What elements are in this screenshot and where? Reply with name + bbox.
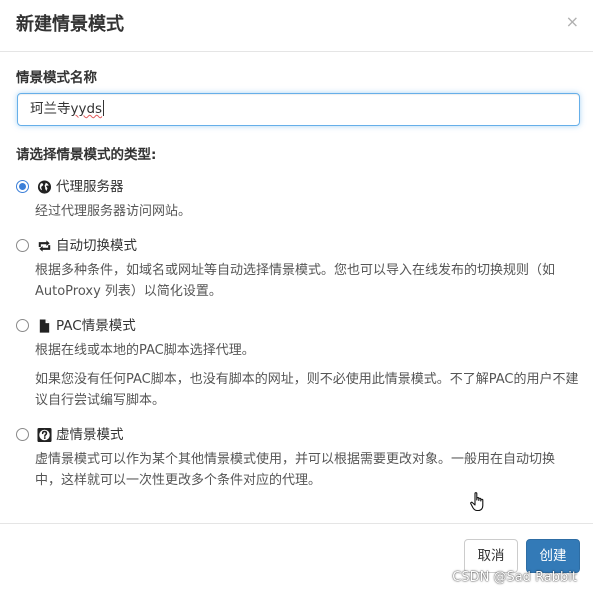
switch-icon — [38, 240, 51, 252]
option-virtual-profile[interactable]: 虚情景模式 — [16, 426, 216, 446]
radio-pac-profile[interactable] — [16, 319, 29, 332]
profile-name-input[interactable]: 珂兰寺yyds — [17, 93, 580, 126]
profile-name-value: 珂兰寺 — [30, 101, 71, 117]
dialog-title: 新建情景模式 — [16, 14, 124, 35]
create-button[interactable]: 创建 — [526, 539, 580, 573]
cancel-button[interactable]: 取消 — [464, 539, 518, 573]
profile-name-misspelled-text: yyds — [70, 101, 103, 117]
option-pac-profile-note: 如果您没有任何PAC脚本，也没有脚本的网址，则不必使用此情景模式。不了解PAC的… — [35, 372, 579, 408]
option-pac-profile[interactable]: PAC情景模式 — [16, 317, 216, 337]
profile-name-label: 情景模式名称 — [16, 70, 97, 86]
globe-icon — [37, 180, 52, 194]
text-caret — [103, 100, 105, 116]
hand-pointer-icon — [470, 492, 484, 512]
option-virtual-profile-description: 虚情景模式可以作为某个其他情景模式使用，并可以根据需要更改对象。一般用在自动切换… — [35, 452, 556, 488]
radio-virtual-profile[interactable] — [16, 428, 29, 441]
profile-type-label: 请选择情景模式的类型: — [16, 147, 157, 163]
question-icon — [37, 427, 52, 443]
close-icon[interactable]: × — [566, 13, 579, 31]
new-profile-dialog: 新建情景模式 × 情景模式名称 珂兰寺yyds 请选择情景模式的类型: 代理服务… — [0, 0, 593, 593]
file-icon — [39, 319, 50, 333]
watermark-text: CSDN @Sad Rabbit — [452, 570, 577, 585]
option-pac-profile-label: PAC情景模式 — [56, 318, 136, 334]
option-auto-switch-label: 自动切换模式 — [56, 238, 137, 254]
option-auto-switch-description: 根据多种条件，如域名或网址等自动选择情景模式。您也可以导入在线发布的切换规则（如… — [35, 263, 556, 299]
option-proxy-server[interactable]: 代理服务器 — [16, 178, 216, 198]
option-pac-profile-description: 根据在线或本地的PAC脚本选择代理。 — [35, 343, 255, 358]
dialog-header: 新建情景模式 × — [0, 0, 593, 52]
option-auto-switch[interactable]: 自动切换模式 — [16, 237, 216, 257]
option-proxy-server-description: 经过代理服务器访问网站。 — [35, 204, 192, 219]
option-proxy-server-label: 代理服务器 — [56, 179, 124, 195]
radio-proxy-server[interactable] — [16, 180, 29, 193]
radio-auto-switch[interactable] — [16, 239, 29, 252]
option-virtual-profile-label: 虚情景模式 — [56, 427, 124, 443]
